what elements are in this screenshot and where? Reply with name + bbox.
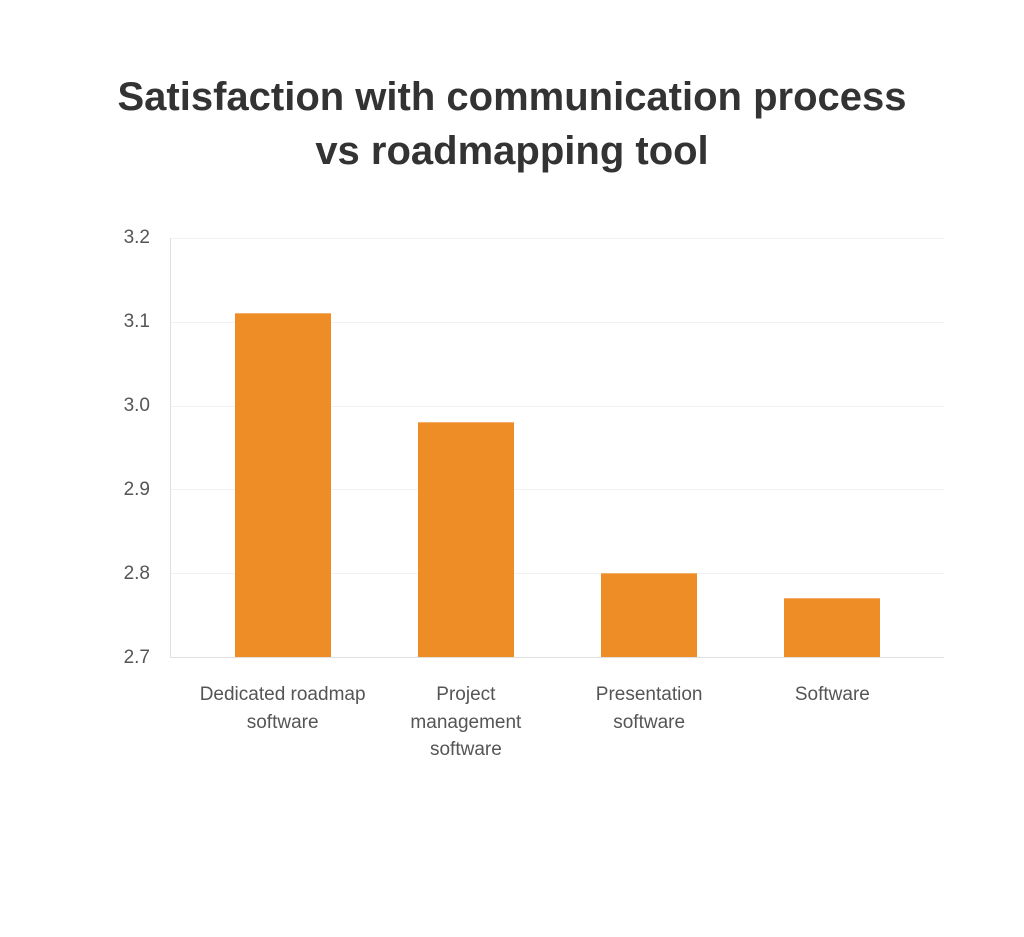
bar-presentation-software — [601, 573, 697, 657]
bar-wrapper — [558, 238, 741, 657]
chart-container: Satisfaction with communication process … — [0, 0, 1024, 658]
bar-project-management-software — [418, 422, 514, 657]
bars-group — [171, 238, 944, 657]
plot-area: Dedicated roadmap software Project manag… — [170, 238, 944, 658]
bar-dedicated-roadmap-software — [235, 313, 331, 657]
y-tick: 3.2 — [100, 227, 150, 249]
x-label: Project management software — [374, 681, 557, 764]
x-label: Dedicated roadmap software — [191, 681, 374, 764]
bar-wrapper — [374, 238, 557, 657]
x-axis-labels: Dedicated roadmap software Project manag… — [171, 681, 944, 764]
x-label: Software — [741, 681, 924, 764]
chart-area: 2.7 2.8 2.9 3.0 3.1 3.2 — [170, 238, 944, 658]
y-tick: 3.1 — [100, 311, 150, 333]
y-tick: 3.0 — [100, 395, 150, 417]
bar-software — [784, 598, 880, 657]
x-label: Presentation software — [558, 681, 741, 764]
y-axis: 2.7 2.8 2.9 3.0 3.1 3.2 — [110, 238, 160, 658]
bar-wrapper — [741, 238, 924, 657]
y-tick: 2.7 — [100, 647, 150, 669]
y-tick: 2.9 — [100, 479, 150, 501]
y-tick: 2.8 — [100, 563, 150, 585]
chart-title: Satisfaction with communication process … — [0, 70, 1024, 178]
bar-wrapper — [191, 238, 374, 657]
